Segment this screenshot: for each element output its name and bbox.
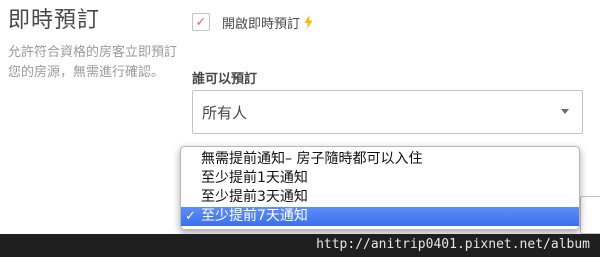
section-title: 即時預訂 (8, 8, 101, 33)
instant-book-checkbox[interactable]: ✓ (192, 13, 210, 31)
watermark-bar: http://anitrip0401.pixnet.net/album (0, 234, 600, 257)
notice-select[interactable] (580, 196, 600, 234)
who-can-book-value: 所有人 (202, 103, 248, 122)
chevron-down-icon (561, 109, 569, 114)
instant-book-label: 開啟即時預訂 (222, 16, 301, 32)
dropdown-option[interactable]: 至少提前3天通知 (181, 188, 579, 207)
dropdown-option-label: 至少提前1天通知 (201, 170, 308, 186)
checkmark-icon: ✓ (185, 209, 196, 224)
dropdown-option[interactable]: 至少提前1天通知 (181, 169, 579, 188)
watermark-text: http://anitrip0401.pixnet.net/album (316, 237, 590, 252)
lightning-bolt-icon (304, 15, 313, 29)
checkmark-icon: ✓ (195, 14, 207, 30)
dropdown-option-selected[interactable]: ✓ 至少提前7天通知 (181, 207, 579, 226)
section-description: 允許符合資格的房客立即預訂您的房源，無需進行確認。 (8, 45, 178, 80)
who-can-book-select[interactable]: 所有人 (192, 90, 583, 134)
who-can-book-label: 誰可以預訂 (192, 72, 258, 87)
dropdown-option[interactable]: 無需提前通知– 房子隨時都可以入住 (181, 150, 579, 169)
dropdown-option-label: 至少提前3天通知 (201, 189, 308, 205)
dropdown-option-label: 至少提前7天通知 (201, 208, 308, 224)
dropdown-option-label: 無需提前通知– 房子隨時都可以入住 (201, 151, 423, 167)
notice-dropdown-menu[interactable]: 無需提前通知– 房子隨時都可以入住 至少提前1天通知 至少提前3天通知 ✓ 至少… (180, 146, 580, 230)
instant-book-row[interactable]: ✓ 開啟即時預訂 (192, 12, 313, 32)
